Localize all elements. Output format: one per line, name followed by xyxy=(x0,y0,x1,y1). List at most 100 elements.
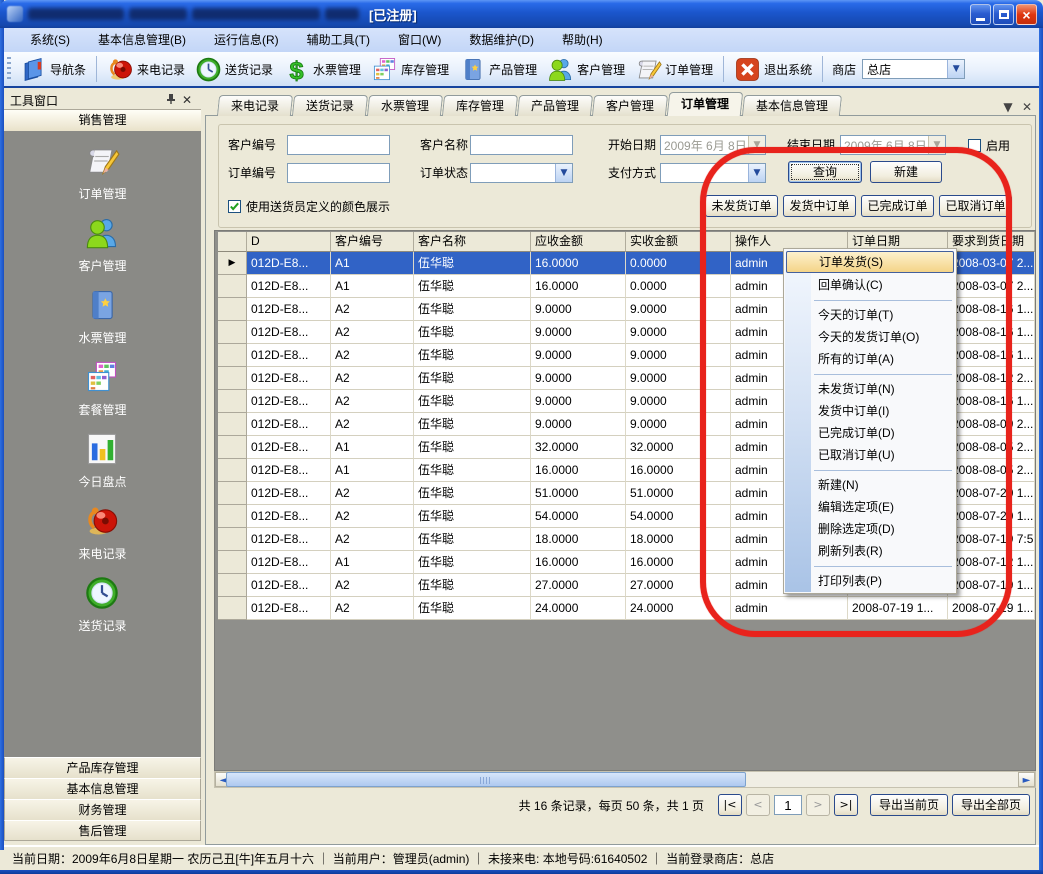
context-menu-item[interactable]: 今天的订单(T) xyxy=(784,304,956,326)
chevron-down-icon[interactable]: ▼ xyxy=(947,60,964,78)
tab-客户管理[interactable]: 客户管理 xyxy=(592,95,668,116)
sidebar-section-bar[interactable]: 售后管理 xyxy=(4,820,201,841)
page-number-input[interactable] xyxy=(774,795,802,815)
toolbar-button-call-log[interactable]: 来电记录 xyxy=(102,54,190,85)
sidebar-section-bar[interactable]: 基本信息管理 xyxy=(4,778,201,799)
maximize-icon[interactable] xyxy=(993,4,1014,25)
table-row[interactable]: 012D-E8...A2伍华聪24.000024.0000admin2008-0… xyxy=(218,597,1035,620)
menubar-item[interactable]: 帮助(H) xyxy=(548,28,617,52)
toolbar-button-water-ticket[interactable]: $水票管理 xyxy=(278,54,366,85)
tab-库存管理[interactable]: 库存管理 xyxy=(442,95,518,116)
tab-来电记录[interactable]: 来电记录 xyxy=(217,95,293,116)
next-page-button[interactable]: > xyxy=(806,794,830,816)
checkbox-box[interactable] xyxy=(968,139,981,152)
context-menu-item[interactable]: 回单确认(C) xyxy=(784,274,956,296)
toolbar-button-order[interactable]: 订单管理 xyxy=(630,54,718,85)
context-menu-item[interactable]: 刷新列表(R) xyxy=(784,540,956,562)
prev-page-button[interactable]: < xyxy=(746,794,770,816)
sidebar-item[interactable]: 送货记录 xyxy=(78,575,126,634)
query-button[interactable]: 查询 xyxy=(788,161,862,183)
chevron-down-icon[interactable]: ▼ xyxy=(748,136,765,154)
status-filter-button[interactable]: 已完成订单 xyxy=(861,195,934,217)
toolbar-button-navigator[interactable]: 导航条 xyxy=(15,54,91,85)
horizontal-scrollbar[interactable]: ◄ ► xyxy=(214,771,1036,788)
status-filter-button[interactable]: 发货中订单 xyxy=(783,195,856,217)
tab-基本信息管理[interactable]: 基本信息管理 xyxy=(742,95,842,116)
menubar-item[interactable]: 基本信息管理(B) xyxy=(84,28,200,52)
sidebar-section-bar[interactable]: 产品库存管理 xyxy=(4,757,201,778)
column-header[interactable]: 客户名称 xyxy=(414,232,531,252)
menubar-item[interactable]: 数据维护(D) xyxy=(455,28,548,52)
shop-select[interactable]: 总店 ▼ xyxy=(862,59,965,79)
tab-水票管理[interactable]: 水票管理 xyxy=(367,95,443,116)
scrollbar-thumb[interactable] xyxy=(226,772,746,787)
order-code-input[interactable] xyxy=(287,163,390,183)
menubar-item[interactable]: 辅助工具(T) xyxy=(293,28,384,52)
close-icon[interactable]: ✕ xyxy=(1019,100,1035,115)
chevron-down-icon[interactable]: ▼ xyxy=(1000,100,1016,115)
tab-产品管理[interactable]: 产品管理 xyxy=(517,95,593,116)
close-icon[interactable]: ✕ xyxy=(179,93,195,107)
menubar-item[interactable]: 窗口(W) xyxy=(384,28,455,52)
customer-code-input[interactable] xyxy=(287,135,390,155)
context-menu-item[interactable]: 所有的订单(A) xyxy=(784,348,956,370)
context-menu-item[interactable]: 删除选定项(D) xyxy=(784,518,956,540)
status-filter-button[interactable]: 未发货订单 xyxy=(705,195,778,217)
start-date-picker[interactable]: 2009年 6月 8日 ▼ xyxy=(660,135,766,155)
navigator-icon xyxy=(20,56,47,83)
context-menu-item[interactable]: 订单发货(S) xyxy=(786,251,954,273)
customer-name-input[interactable] xyxy=(470,135,573,155)
chevron-down-icon[interactable]: ▼ xyxy=(555,164,572,182)
column-header[interactable]: D xyxy=(247,232,331,252)
minimize-icon[interactable] xyxy=(970,4,991,25)
export-all-pages-button[interactable]: 导出全部页 xyxy=(952,794,1030,816)
delivery-color-checkbox[interactable]: 使用送货员定义的颜色展示 xyxy=(228,198,390,215)
new-button[interactable]: 新建 xyxy=(870,161,942,183)
chevron-down-icon[interactable]: ▼ xyxy=(928,136,945,154)
scroll-right-icon[interactable]: ► xyxy=(1018,772,1035,787)
toolbar-button-exit[interactable]: 退出系统 xyxy=(729,54,817,85)
context-menu-item[interactable]: 发货中订单(I) xyxy=(784,400,956,422)
sidebar-section-bar[interactable]: 财务管理 xyxy=(4,799,201,820)
enable-checkbox[interactable]: 启用 xyxy=(968,137,1010,154)
pay-method-select[interactable]: ▼ xyxy=(660,163,766,183)
export-current-page-button[interactable]: 导出当前页 xyxy=(870,794,948,816)
tab-送货记录[interactable]: 送货记录 xyxy=(292,95,368,116)
context-menu-item[interactable]: 编辑选定项(E) xyxy=(784,496,956,518)
pin-icon[interactable] xyxy=(163,93,179,107)
checkbox-box[interactable] xyxy=(228,200,241,213)
toolbar-button-delivery-log[interactable]: 送货记录 xyxy=(190,54,278,85)
tab-订单管理[interactable]: 订单管理 xyxy=(667,92,744,116)
context-menu-item[interactable]: 今天的发货订单(O) xyxy=(784,326,956,348)
context-menu-item[interactable]: 已完成订单(D) xyxy=(784,422,956,444)
context-menu-item[interactable]: 已取消订单(U) xyxy=(784,444,956,466)
close-icon[interactable]: × xyxy=(1016,4,1037,25)
sidebar-item[interactable]: 客户管理 xyxy=(78,215,126,274)
sidebar-item[interactable]: 今日盘点 xyxy=(78,431,126,490)
toolbar-button-inventory[interactable]: 库存管理 xyxy=(366,54,454,85)
column-header[interactable]: 客户编号 xyxy=(331,232,414,252)
sidebar-item[interactable]: 订单管理 xyxy=(78,143,126,202)
chevron-down-icon[interactable]: ▼ xyxy=(748,164,765,182)
first-page-button[interactable]: |< xyxy=(718,794,742,816)
sidebar-item[interactable]: 水票管理 xyxy=(78,287,126,346)
context-menu-item[interactable]: 新建(N) xyxy=(784,474,956,496)
sidebar-item[interactable]: 套餐管理 xyxy=(78,359,126,418)
menubar-item[interactable]: 系统(S) xyxy=(16,28,84,52)
column-header[interactable]: 实收金额 xyxy=(626,232,731,252)
sidebar-item[interactable]: 来电记录 xyxy=(78,503,126,562)
end-date-picker[interactable]: 2009年 6月 8日 ▼ xyxy=(840,135,946,155)
toolbar-grip[interactable] xyxy=(7,57,11,81)
order-status-select[interactable]: ▼ xyxy=(470,163,573,183)
column-header[interactable]: 应收金额 xyxy=(531,232,626,252)
toolbar-button-product[interactable]: 产品管理 xyxy=(454,54,542,85)
sidebar-item-label: 客户管理 xyxy=(78,257,126,274)
sidebar-section-sales[interactable]: 销售管理 xyxy=(4,110,201,132)
context-menu-item[interactable]: 打印列表(P) xyxy=(784,570,956,592)
status-filter-button[interactable]: 已取消订单 xyxy=(939,195,1012,217)
column-header[interactable]: 要求到货日期 xyxy=(948,232,1035,252)
last-page-button[interactable]: >| xyxy=(834,794,858,816)
context-menu-item[interactable]: 未发货订单(N) xyxy=(784,378,956,400)
menubar-item[interactable]: 运行信息(R) xyxy=(200,28,293,52)
toolbar-button-customer[interactable]: 客户管理 xyxy=(542,54,630,85)
